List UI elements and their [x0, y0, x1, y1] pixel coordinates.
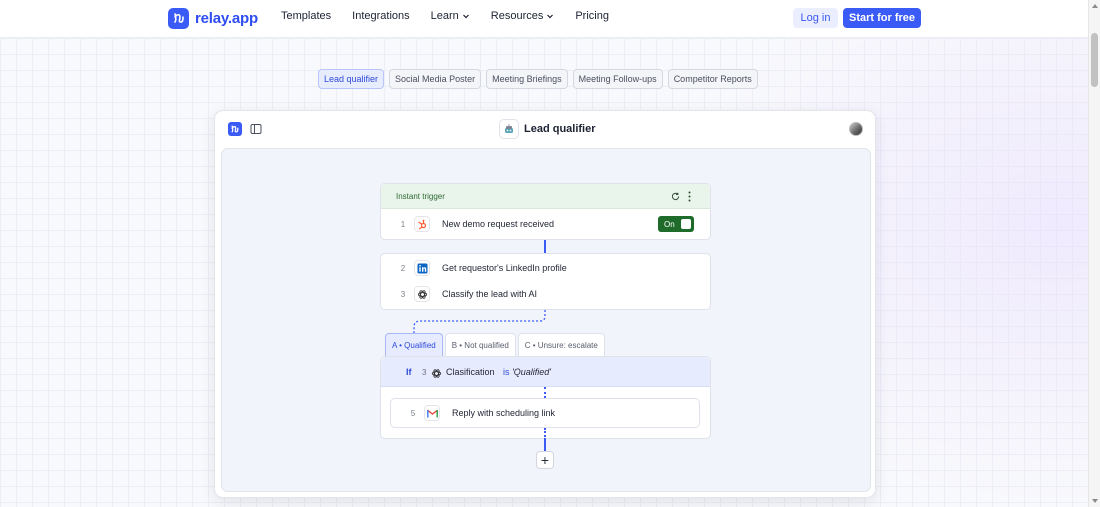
openai-icon: [414, 286, 430, 302]
step-number: 2: [400, 264, 406, 273]
branch-tab-qualified[interactable]: A • Qualified: [385, 333, 443, 356]
hubspot-icon: [414, 216, 430, 232]
workflow-title: Lead qualifier: [499, 119, 596, 139]
relay-small-logo-icon[interactable]: [228, 122, 242, 136]
branch-tab-not-qualified[interactable]: B • Not qualified: [444, 333, 516, 356]
step-label-get-linkedin: Get requestor's LinkedIn profile: [442, 263, 567, 273]
condition-value: 'Qualified': [512, 367, 551, 377]
nav-resources[interactable]: Resources: [491, 10, 555, 22]
tab-competitor-reports[interactable]: Competitor Reports: [667, 69, 758, 89]
template-tabs: Lead qualifier Social Media Poster Meeti…: [318, 69, 763, 89]
tab-meeting-follow-ups[interactable]: Meeting Follow-ups: [572, 69, 663, 89]
step-number: 3: [400, 290, 406, 299]
step-label-classify-lead: Classify the lead with AI: [442, 289, 538, 299]
branch-tabs: A • Qualified B • Not qualified C • Unsu…: [385, 333, 607, 356]
step-number: 5: [410, 409, 416, 418]
condition-step-number: 3: [422, 368, 427, 377]
connector-line: [544, 240, 546, 253]
start-for-free-button[interactable]: Start for free: [843, 8, 921, 28]
trigger-label: Instant trigger: [396, 192, 445, 201]
scroll-up-arrow-icon[interactable]: [1092, 4, 1098, 8]
step-label-reply-scheduling: Reply with scheduling link: [452, 408, 556, 418]
user-avatar[interactable]: [849, 122, 863, 136]
nav-integrations[interactable]: Integrations: [352, 10, 409, 22]
main-nav: Templates Integrations Learn Resources P…: [281, 10, 630, 22]
scroll-down-arrow-icon[interactable]: [1092, 499, 1098, 503]
nav-pricing[interactable]: Pricing: [575, 10, 609, 22]
nav-templates[interactable]: Templates: [281, 10, 331, 22]
tab-social-media-poster[interactable]: Social Media Poster: [389, 69, 482, 89]
toggle-knob: [681, 219, 691, 229]
condition-if-label: If: [406, 367, 412, 377]
sidebar-toggle-icon[interactable]: [250, 123, 262, 135]
logo-text: relay.app: [195, 9, 258, 27]
robot-icon: [499, 119, 519, 139]
nav-label: Integrations: [352, 10, 410, 22]
trigger-on-toggle[interactable]: On: [658, 216, 694, 232]
more-options-icon[interactable]: [688, 191, 691, 202]
connector-line: [544, 428, 546, 440]
branch-connector: [413, 310, 546, 334]
nav-label: Learn: [430, 10, 459, 22]
nav-label: Resources: [490, 10, 544, 22]
page-scrollbar[interactable]: [1088, 0, 1100, 507]
scrollbar-thumb[interactable]: [1091, 33, 1098, 87]
refresh-icon[interactable]: [671, 192, 680, 201]
nav-learn[interactable]: Learn: [431, 10, 470, 22]
top-navigation-bar: relay.app Templates Integrations Learn R…: [0, 0, 1088, 38]
login-button[interactable]: Log in: [793, 8, 838, 28]
nav-label: Templates: [281, 10, 332, 22]
trigger-header: Instant trigger: [381, 184, 710, 209]
tab-meeting-briefings[interactable]: Meeting Briefings: [486, 69, 568, 89]
condition-operator: is: [503, 367, 510, 377]
connector-line: [544, 387, 546, 398]
linkedin-icon: [414, 260, 430, 276]
toggle-label: On: [664, 219, 675, 229]
step-label-new-demo-request: New demo request received: [442, 219, 555, 229]
branch-tab-unsure-escalate[interactable]: C • Unsure: escalate: [517, 333, 605, 356]
chevron-down-icon: [547, 14, 554, 19]
gmail-icon: [424, 405, 440, 421]
workflow-title-text: Lead qualifier: [524, 123, 596, 135]
nav-label: Pricing: [575, 10, 609, 22]
step-number: 1: [400, 220, 406, 229]
tab-lead-qualifier[interactable]: Lead qualifier: [318, 69, 385, 89]
openai-icon: [431, 366, 442, 384]
relay-logo-icon: [168, 7, 189, 29]
relay-logo[interactable]: relay.app: [168, 7, 258, 29]
chevron-down-icon: [462, 14, 469, 19]
connector-line: [544, 440, 546, 451]
condition-field: Clasification: [446, 367, 495, 377]
condition-bar[interactable]: If 3 Clasification is 'Qualified': [381, 357, 710, 387]
add-step-button[interactable]: +: [536, 451, 554, 469]
